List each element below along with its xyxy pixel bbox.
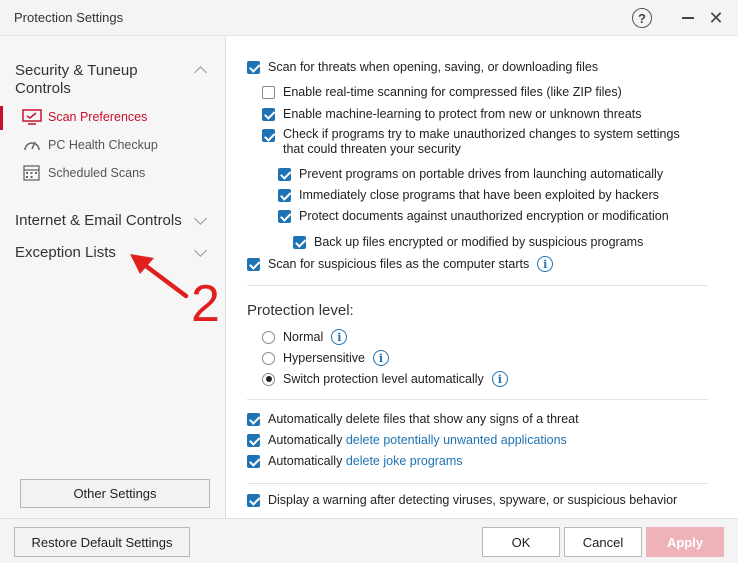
section-security-tuneup[interactable]: Security & Tuneup Controls: [15, 62, 185, 98]
option-machine-learning[interactable]: Enable machine-learning to protect from …: [262, 105, 642, 123]
joke-programs-link[interactable]: delete joke programs: [346, 454, 463, 468]
other-settings-button[interactable]: Other Settings: [20, 479, 210, 508]
divider: [247, 285, 708, 286]
section-exception-lists[interactable]: Exception Lists: [15, 244, 116, 262]
option-backup-files[interactable]: Back up files encrypted or modified by s…: [293, 233, 643, 251]
info-icon[interactable]: i: [331, 329, 348, 345]
radio-button[interactable]: [262, 330, 275, 344]
gauge-icon: [24, 141, 40, 151]
minimize-button[interactable]: [678, 7, 698, 29]
calendar-icon: [23, 165, 40, 181]
option-scan-at-startup[interactable]: Scan for suspicious files as the compute…: [247, 255, 554, 273]
pua-link[interactable]: delete potentially unwanted applications: [346, 433, 567, 447]
checkbox[interactable]: [262, 107, 275, 121]
checkbox[interactable]: [278, 209, 291, 223]
option-auto-delete-threats[interactable]: Automatically delete files that show any…: [247, 410, 579, 428]
sidebar-item-scan-preferences[interactable]: Scan Preferences: [0, 106, 225, 130]
cancel-button[interactable]: Cancel: [564, 527, 642, 557]
checkbox[interactable]: [278, 188, 291, 202]
checkbox[interactable]: [247, 433, 260, 447]
annotation-arrow-icon: [130, 254, 189, 299]
chevron-down-icon[interactable]: [194, 244, 207, 257]
chevron-up-icon[interactable]: [194, 66, 207, 79]
checkbox[interactable]: [262, 85, 275, 99]
help-icon: ?: [638, 10, 646, 26]
checkbox[interactable]: [262, 129, 275, 142]
info-icon[interactable]: i: [372, 350, 389, 366]
chevron-down-icon[interactable]: [194, 212, 207, 225]
radio-normal[interactable]: Normal i: [262, 328, 348, 346]
option-scan-on-open[interactable]: Scan for threats when opening, saving, o…: [247, 58, 598, 76]
sidebar-item-scheduled-scans[interactable]: Scheduled Scans: [0, 162, 225, 186]
scan-preferences-panel: Scan for threats when opening, saving, o…: [227, 36, 738, 518]
sidebar-item-label: Scheduled Scans: [48, 166, 146, 180]
checkbox[interactable]: [247, 454, 260, 468]
option-close-exploited[interactable]: Immediately close programs that have bee…: [278, 186, 659, 204]
checkbox[interactable]: [278, 167, 291, 181]
info-icon[interactable]: i: [491, 371, 508, 387]
option-protect-documents[interactable]: Protect documents against unauthorized e…: [278, 207, 669, 225]
help-button[interactable]: ?: [632, 8, 652, 28]
restore-defaults-button[interactable]: Restore Default Settings: [14, 527, 190, 557]
section-internet-email[interactable]: Internet & Email Controls: [15, 212, 182, 230]
checkbox[interactable]: [247, 412, 260, 426]
radio-button[interactable]: [262, 351, 275, 365]
option-compressed-files[interactable]: Enable real-time scanning for compressed…: [262, 83, 622, 101]
footer: Restore Default Settings OK Cancel Apply: [0, 518, 738, 563]
sidebar-item-label: Scan Preferences: [48, 110, 148, 124]
radio-button[interactable]: [262, 372, 275, 386]
ok-button[interactable]: OK: [482, 527, 560, 557]
radio-switch-automatically[interactable]: Switch protection level automatically i: [262, 370, 508, 388]
close-icon: ✕: [708, 7, 724, 28]
option-unauthorized-changes[interactable]: Check if programs try to make unauthoriz…: [262, 127, 702, 159]
apply-button[interactable]: Apply: [646, 527, 724, 557]
scrollbar[interactable]: [733, 36, 738, 518]
option-auto-delete-pua[interactable]: Automatically delete potentially unwante…: [247, 431, 567, 449]
close-button[interactable]: ✕: [706, 7, 726, 29]
checkbox[interactable]: [247, 493, 260, 507]
annotation-number: 2: [191, 275, 220, 333]
checkbox[interactable]: [293, 235, 306, 249]
monitor-icon: [22, 109, 42, 125]
sidebar-item-pc-health-checkup[interactable]: PC Health Checkup: [0, 134, 225, 158]
option-display-warning[interactable]: Display a warning after detecting viruse…: [247, 491, 677, 509]
option-portable-drives[interactable]: Prevent programs on portable drives from…: [278, 165, 663, 183]
info-icon[interactable]: i: [537, 256, 554, 272]
option-auto-delete-joke[interactable]: Automatically delete joke programs: [247, 452, 463, 470]
title-bar: Protection Settings ? ✕: [0, 0, 738, 36]
checkbox[interactable]: [247, 60, 260, 74]
protection-level-label: Protection level:: [247, 302, 354, 319]
active-indicator: [0, 106, 3, 130]
checkbox[interactable]: [247, 257, 260, 271]
minimize-icon: [682, 17, 694, 19]
window-title: Protection Settings: [14, 10, 124, 25]
divider: [247, 483, 708, 484]
divider: [247, 399, 708, 400]
radio-hypersensitive[interactable]: Hypersensitive i: [262, 349, 389, 367]
sidebar-item-label: PC Health Checkup: [48, 138, 158, 152]
